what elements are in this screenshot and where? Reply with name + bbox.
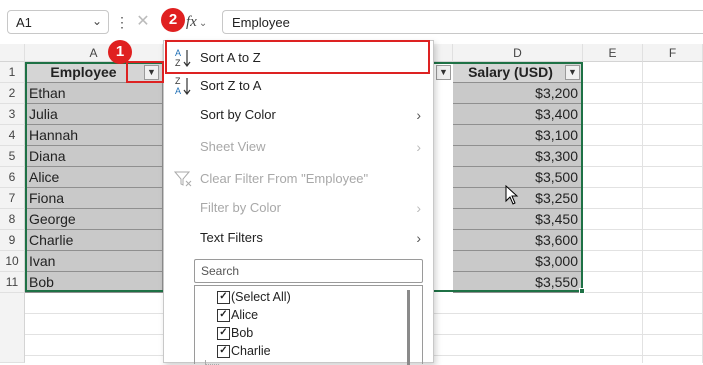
callout-step-1: 1 — [108, 40, 132, 64]
salary-cell[interactable]: $3,200 — [453, 83, 583, 104]
name-box-value: A1 — [16, 15, 32, 30]
menu-label: Sort by Color — [200, 107, 276, 122]
column-header-f[interactable]: F — [643, 44, 703, 62]
search-placeholder: Search — [201, 264, 240, 278]
insert-function-button[interactable]: fx ⌄ — [186, 10, 216, 34]
salary-cell[interactable]: $3,450 — [453, 209, 583, 230]
row-header[interactable]: 8 — [0, 209, 25, 230]
sort-descending-icon: Z A — [175, 76, 191, 96]
menu-sort-by-color[interactable]: Sort by Color › — [164, 100, 433, 130]
menu-filter-by-color: Filter by Color › — [164, 193, 433, 223]
column-header-a[interactable]: A — [25, 44, 163, 62]
filter-dropdown-icon[interactable]: ▼ — [436, 65, 451, 80]
menu-sheet-view: Sheet View › — [164, 132, 433, 162]
header-label-salary: Salary (USD) — [468, 64, 553, 80]
list-scrollbar[interactable] — [407, 290, 410, 365]
list-item-label: Alice — [231, 308, 259, 322]
filter-menu: A Z Sort A to Z Z A Sort Z to A Sort by … — [163, 40, 434, 365]
checkbox-checked-icon[interactable]: ✓ — [217, 291, 230, 304]
chevron-right-icon: › — [416, 139, 421, 155]
row-header[interactable]: 4 — [0, 125, 25, 146]
filter-search-input[interactable]: Search — [194, 259, 423, 283]
salary-cell[interactable]: $3,100 — [453, 125, 583, 146]
empty-grid-area[interactable] — [583, 62, 703, 363]
header-label-employee: Employee — [50, 64, 117, 80]
list-item-label: (Select All) — [231, 290, 291, 304]
menu-label: Clear Filter From "Employee" — [200, 171, 369, 186]
menu-text-filters[interactable]: Text Filters › — [164, 223, 433, 253]
header-cell-salary[interactable]: Salary (USD) — [453, 62, 583, 83]
menu-label: Sheet View — [200, 139, 266, 154]
cancel-icon[interactable]: ✕ — [134, 12, 152, 32]
list-item[interactable]: ✓ Bob — [205, 324, 405, 342]
employee-cell[interactable]: Bob — [25, 272, 163, 293]
fx-label: fx — [186, 14, 197, 30]
menu-sort-z-to-a[interactable]: Z A Sort Z to A — [164, 71, 433, 101]
row-header[interactable]: 6 — [0, 167, 25, 188]
chevron-down-icon[interactable]: ⌄ — [92, 14, 102, 28]
more-options-icon[interactable]: ⋮ — [115, 12, 129, 32]
fill-handle[interactable] — [579, 288, 585, 294]
checkbox-checked-icon[interactable]: ✓ — [217, 345, 230, 358]
employee-cell[interactable]: Hannah — [25, 125, 163, 146]
row-header[interactable]: 1 — [0, 62, 25, 83]
employee-cell[interactable]: Fiona — [25, 188, 163, 209]
select-all-corner[interactable] — [0, 44, 25, 62]
callout-step-2: 2 — [161, 8, 185, 32]
chevron-right-icon: › — [416, 107, 421, 123]
salary-cell[interactable]: $3,300 — [453, 146, 583, 167]
list-item-label: Bob — [231, 326, 254, 340]
employee-cell[interactable]: George — [25, 209, 163, 230]
row-header[interactable]: 5 — [0, 146, 25, 167]
row-header[interactable]: 11 — [0, 272, 25, 293]
filter-dropdown-icon[interactable]: ▼ — [565, 65, 580, 80]
salary-cell[interactable]: $3,000 — [453, 251, 583, 272]
salary-cell[interactable]: $3,550 — [453, 272, 583, 293]
highlight-filter-button — [126, 61, 164, 83]
employee-cell[interactable]: Ethan — [25, 83, 163, 104]
row-header-empty — [0, 293, 25, 363]
employee-cell[interactable]: Charlie — [25, 230, 163, 251]
list-item[interactable]: ✓ Charlie — [205, 342, 405, 360]
column-header-d[interactable]: D — [453, 44, 583, 62]
employee-cell[interactable]: Julia — [25, 104, 163, 125]
name-box[interactable]: A1 ⌄ — [7, 10, 109, 34]
formula-input[interactable]: Employee — [222, 10, 703, 34]
menu-label: Sort Z to A — [200, 78, 262, 93]
employee-cell[interactable]: Diana — [25, 146, 163, 167]
filter-values-list: ✓ (Select All) ✓ Alice ✓ Bob ✓ Charlie — [194, 285, 423, 365]
employee-cell[interactable]: Alice — [25, 167, 163, 188]
chevron-right-icon: › — [416, 230, 421, 246]
highlight-sort-a-to-z — [165, 40, 430, 74]
menu-label: Text Filters — [200, 230, 263, 245]
row-header[interactable]: 2 — [0, 83, 25, 104]
salary-cell[interactable]: $3,400 — [453, 104, 583, 125]
svg-text:Z: Z — [175, 76, 181, 86]
list-item-select-all[interactable]: ✓ (Select All) — [205, 288, 405, 306]
formula-value: Employee — [232, 15, 290, 30]
salary-cell[interactable]: $3,600 — [453, 230, 583, 251]
svg-text:A: A — [175, 86, 181, 96]
chevron-right-icon: › — [416, 200, 421, 216]
menu-clear-filter: Clear Filter From "Employee" — [164, 164, 433, 194]
row-header[interactable]: 3 — [0, 104, 25, 125]
row-header[interactable]: 9 — [0, 230, 25, 251]
checkbox-checked-icon[interactable]: ✓ — [217, 327, 230, 340]
clear-filter-icon — [173, 171, 192, 187]
menu-label: Filter by Color — [200, 200, 281, 215]
mouse-cursor-icon — [505, 185, 519, 205]
row-header[interactable]: 10 — [0, 251, 25, 272]
row-header[interactable]: 7 — [0, 188, 25, 209]
column-header-e[interactable]: E — [583, 44, 643, 62]
employee-cell[interactable]: Ivan — [25, 251, 163, 272]
checkbox-checked-icon[interactable]: ✓ — [217, 309, 230, 322]
list-item[interactable]: ✓ Alice — [205, 306, 405, 324]
list-item-label: Charlie — [231, 344, 271, 358]
